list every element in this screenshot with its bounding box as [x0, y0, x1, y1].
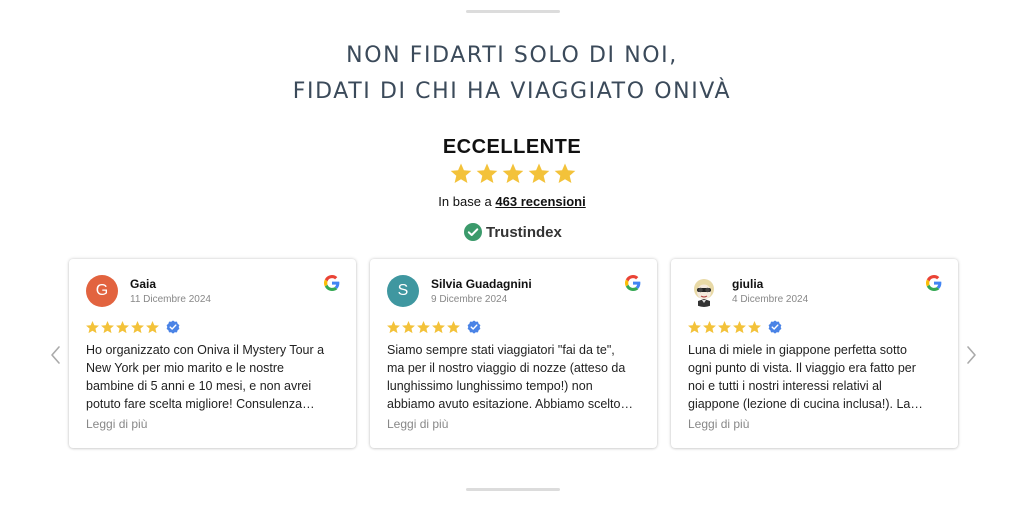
review-card: G Gaia 11 Dicembre 2024 Ho organizzato c…: [69, 259, 356, 448]
top-divider: [466, 10, 560, 13]
chevron-left-icon[interactable]: [48, 344, 62, 366]
google-icon: [926, 275, 942, 291]
review-stars: [386, 319, 481, 335]
review-text-line: giappone (lezione di cucina inclusa!). L…: [688, 397, 923, 411]
review-text-line: lunghissimo lunghissimo tempo!) non: [387, 379, 593, 393]
avatar: S: [387, 275, 419, 307]
reviewer-name: Gaia: [130, 277, 157, 291]
star-icon: [748, 320, 761, 333]
trustindex-brand: Trustindex: [486, 223, 562, 241]
star-icon: [733, 320, 746, 333]
review-text-line: Ho organizzato con Oniva il Mystery Tour…: [86, 343, 325, 357]
star-icon: [86, 320, 99, 333]
verified-badge-icon: [768, 320, 782, 334]
review-text-line: bambine di 5 anni e 10 mesi, e non avrei: [86, 379, 312, 393]
rating-label: ECCELLENTE: [442, 136, 582, 158]
review-date: 4 Dicembre 2024: [732, 294, 809, 305]
read-more-link[interactable]: Leggi di più: [688, 417, 749, 431]
star-icon: [554, 163, 576, 183]
star-icon: [450, 163, 472, 183]
star-icon: [447, 320, 460, 333]
review-text-line: ma per il nostro viaggio di nozze (attes…: [387, 361, 626, 375]
reviews-count: In base a 463 recensioni: [0, 194, 1024, 209]
avatar: G: [86, 275, 118, 307]
review-stars: [85, 319, 180, 335]
star-icon: [101, 320, 114, 333]
reviewer-name: giulia: [732, 277, 764, 291]
chevron-right-icon[interactable]: [965, 344, 979, 366]
review-text-line: New York per mio marito e le nostre: [86, 361, 285, 375]
review-text: Luna di miele in giappone perfetta sotto…: [688, 341, 946, 413]
review-date: 11 Dicembre 2024: [130, 294, 211, 305]
star-icon: [718, 320, 731, 333]
google-icon: [324, 275, 340, 291]
cartoon-avatar-icon: [694, 279, 714, 307]
read-more-link[interactable]: Leggi di più: [387, 417, 448, 431]
review-text-line: Luna di miele in giappone perfetta sotto: [688, 343, 907, 357]
star-icon: [528, 163, 550, 183]
overall-stars: [449, 162, 577, 190]
review-text-line: ogni punto di vista. Il viaggio era fatt…: [688, 361, 916, 375]
star-icon: [703, 320, 716, 333]
check-circle-icon: [464, 223, 482, 241]
review-card: giulia 4 Dicembre 2024 Luna di miele in …: [671, 259, 958, 448]
star-icon: [432, 320, 445, 333]
star-icon: [417, 320, 430, 333]
star-icon: [402, 320, 415, 333]
bottom-divider: [466, 488, 560, 491]
verified-badge-icon: [467, 320, 481, 334]
reviewer-name: Silvia Guadagnini: [431, 277, 532, 291]
heading-line-1: NON FIDARTI SOLO DI NOI,: [346, 43, 678, 68]
verified-badge-icon: [166, 320, 180, 334]
avatar: [688, 275, 720, 307]
review-text-line: abbiamo avuto esitazione. Abbiamo scelto…: [387, 397, 633, 411]
heading-line-2: FIDATI DI CHI HA VIAGGIATO ONIVÀ: [292, 79, 732, 104]
review-text-line: Siamo sempre stati viaggiatori "fai da t…: [387, 343, 615, 357]
review-text-line: potuto fare scelta migliore! Consulenza…: [86, 397, 315, 411]
review-text: Ho organizzato con Oniva il Mystery Tour…: [86, 341, 344, 413]
review-stars: [687, 319, 782, 335]
star-icon: [476, 163, 498, 183]
review-card: S Silvia Guadagnini 9 Dicembre 2024 Siam…: [370, 259, 657, 448]
review-text: Siamo sempre stati viaggiatori "fai da t…: [387, 341, 645, 413]
review-text-line: noi e tutti i nostri interessi relativi …: [688, 379, 882, 393]
section-heading: NON FIDARTI SOLO DI NOI, FIDATI DI CHI H…: [0, 38, 1024, 110]
star-icon: [146, 320, 159, 333]
google-icon: [625, 275, 641, 291]
star-icon: [131, 320, 144, 333]
star-icon: [387, 320, 400, 333]
star-icon: [116, 320, 129, 333]
based-prefix: In base a: [438, 194, 496, 209]
reviews-link[interactable]: 463 recensioni: [495, 194, 585, 209]
review-date: 9 Dicembre 2024: [431, 294, 508, 305]
star-icon: [688, 320, 701, 333]
trustindex-badge[interactable]: Trustindex: [464, 222, 562, 242]
star-icon: [502, 163, 524, 183]
read-more-link[interactable]: Leggi di più: [86, 417, 147, 431]
